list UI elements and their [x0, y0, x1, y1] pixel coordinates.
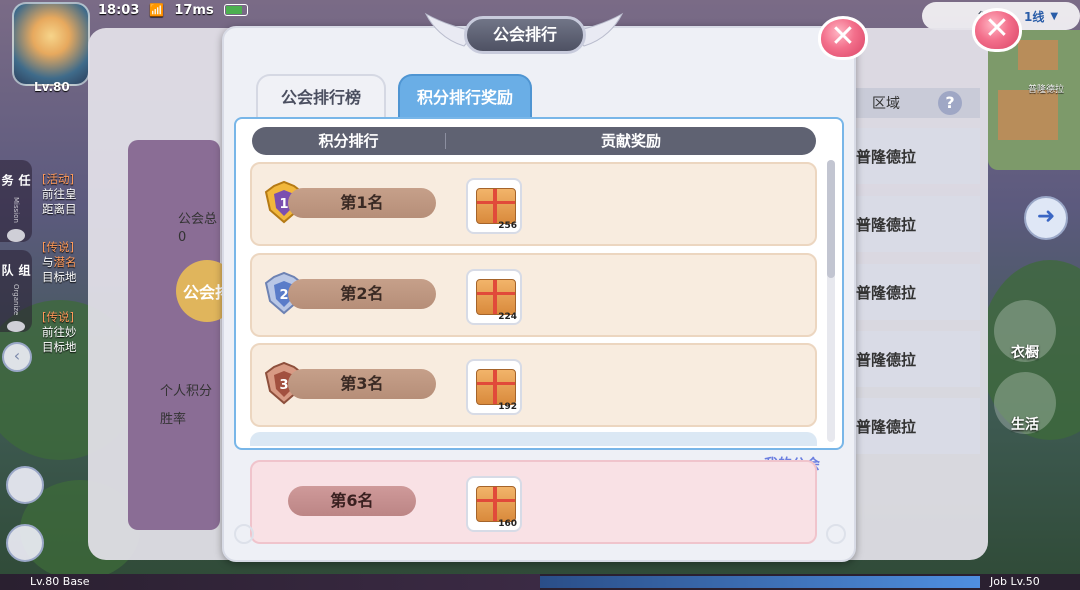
rank-row-partial	[250, 432, 817, 446]
quest-tag: [传说]	[42, 310, 74, 324]
corner-ornament	[234, 524, 254, 544]
reward-chest-slot[interactable]: 160	[466, 476, 522, 532]
ping-value: 17ms	[174, 2, 214, 18]
region-header-label: 区域	[872, 96, 900, 112]
region-cell: 普隆德拉	[856, 196, 980, 252]
guild-total-label: 公会总	[178, 212, 218, 227]
channel-selector[interactable]: 1线	[1024, 8, 1044, 25]
chevron-left-icon[interactable]: ‹	[2, 342, 32, 372]
life-button[interactable]: 生活	[994, 372, 1056, 434]
battery-icon	[223, 4, 248, 16]
treasure-chest-icon	[476, 369, 516, 405]
dialog-title: 公会排行	[464, 16, 586, 54]
wardrobe-label: 衣橱	[1011, 345, 1039, 361]
quest-line: 与	[42, 255, 54, 269]
rank-column-header: 积分排行	[318, 132, 379, 150]
tab-score-reward[interactable]: 积分排行奖励	[398, 74, 532, 118]
player-level: Lv.80	[34, 80, 70, 94]
reward-count: 256	[498, 221, 517, 231]
region-cell: 普隆德拉	[856, 264, 980, 320]
arrow-right-icon[interactable]: ➜	[1024, 196, 1068, 240]
quest-line: 距离目	[42, 202, 77, 216]
quest-item[interactable]: [活动] 前往皇 距离目	[42, 172, 90, 217]
my-guild-row: 第6名 160	[250, 460, 817, 544]
task-tab-label: 任务	[0, 174, 31, 189]
corner-ornament	[826, 524, 846, 544]
close-button[interactable]: ✕	[818, 16, 868, 60]
quest-line: 前往皇	[42, 187, 77, 201]
rank-label: 第3名	[288, 369, 436, 399]
rank-label: 第1名	[288, 188, 436, 218]
treasure-chest-icon	[476, 486, 516, 522]
quest-line: 前往妙	[42, 325, 77, 339]
reward-count: 192	[498, 402, 517, 412]
reward-count: 160	[498, 519, 517, 529]
life-label: 生活	[1011, 417, 1039, 433]
quest-tag: [活动]	[42, 172, 74, 186]
job-exp-bar	[540, 576, 980, 588]
quest-line: 目标地	[42, 270, 77, 284]
base-level-label: Lv.80 Base	[30, 575, 90, 588]
rank-row: 2 第2名 224	[250, 253, 817, 337]
region-cell: 普隆德拉	[856, 398, 980, 454]
minimap-label: 普隆德拉	[1028, 85, 1065, 95]
wardrobe-button[interactable]: 衣橱	[994, 300, 1056, 362]
rank-row: 1 第1名 256	[250, 162, 817, 246]
reward-chest-slot[interactable]: 192	[466, 359, 522, 415]
column-header: 积分排行 贡献奖励	[252, 127, 816, 155]
skill-icon[interactable]	[6, 524, 44, 562]
region-cell: 普隆德拉	[856, 331, 980, 387]
treasure-chest-icon	[476, 279, 516, 315]
task-tab-sublabel: Mission	[12, 197, 20, 224]
team-tab-sublabel: Organize	[12, 283, 20, 316]
action-icon[interactable]	[6, 466, 44, 504]
task-side-tab[interactable]: 任务 Mission	[0, 160, 32, 242]
region-column-header: 区域 ?	[856, 88, 980, 118]
team-side-tab[interactable]: 组队 Organize	[0, 250, 32, 332]
quest-item[interactable]: [传说] 前往妙 目标地	[42, 310, 90, 355]
wifi-icon: 📶	[149, 3, 165, 17]
close-icon: ✕	[818, 16, 868, 60]
close-icon: ✕	[972, 8, 1022, 52]
job-level-label: Job Lv.50	[990, 575, 1040, 588]
reward-count: 224	[498, 312, 517, 322]
rank-label: 第2名	[288, 279, 436, 309]
guild-side-panel: 公会排	[128, 140, 238, 530]
chevron-down-icon: ▼	[1050, 10, 1059, 22]
reward-column-header: 贡献奖励	[445, 133, 816, 149]
status-bar: 18:03 📶 17ms	[98, 0, 248, 20]
reward-chest-slot[interactable]: 224	[466, 269, 522, 325]
team-icon	[7, 321, 25, 332]
region-cell: 普隆德拉	[856, 128, 980, 184]
scrollbar-thumb[interactable]	[827, 160, 835, 278]
win-rate-label: 胜率	[160, 412, 187, 427]
quest-item[interactable]: [传说] 与潜名 目标地	[42, 240, 90, 285]
tab-guild-ranking[interactable]: 公会排行榜	[256, 74, 386, 118]
clock-time: 18:03	[98, 2, 140, 18]
personal-score-label: 个人积分	[160, 384, 213, 399]
help-icon[interactable]: ?	[938, 91, 962, 115]
my-guild-rank: 第6名	[288, 486, 416, 516]
guild-total-value: 0	[178, 230, 187, 245]
list-icon	[7, 229, 25, 242]
quest-line: 目标地	[42, 340, 77, 354]
back-window-close-button[interactable]: ✕	[972, 8, 1022, 52]
player-avatar[interactable]	[12, 2, 90, 86]
treasure-chest-icon	[476, 188, 516, 224]
team-tab-label: 组队	[0, 264, 31, 279]
quest-tag: [传说]	[42, 240, 74, 254]
reward-chest-slot[interactable]: 256	[466, 178, 522, 234]
rank-row: 3 第3名 192	[250, 343, 817, 427]
quest-highlight: 潜名	[53, 255, 77, 269]
exp-bars: Lv.80 Base Job Lv.50	[0, 574, 1080, 590]
